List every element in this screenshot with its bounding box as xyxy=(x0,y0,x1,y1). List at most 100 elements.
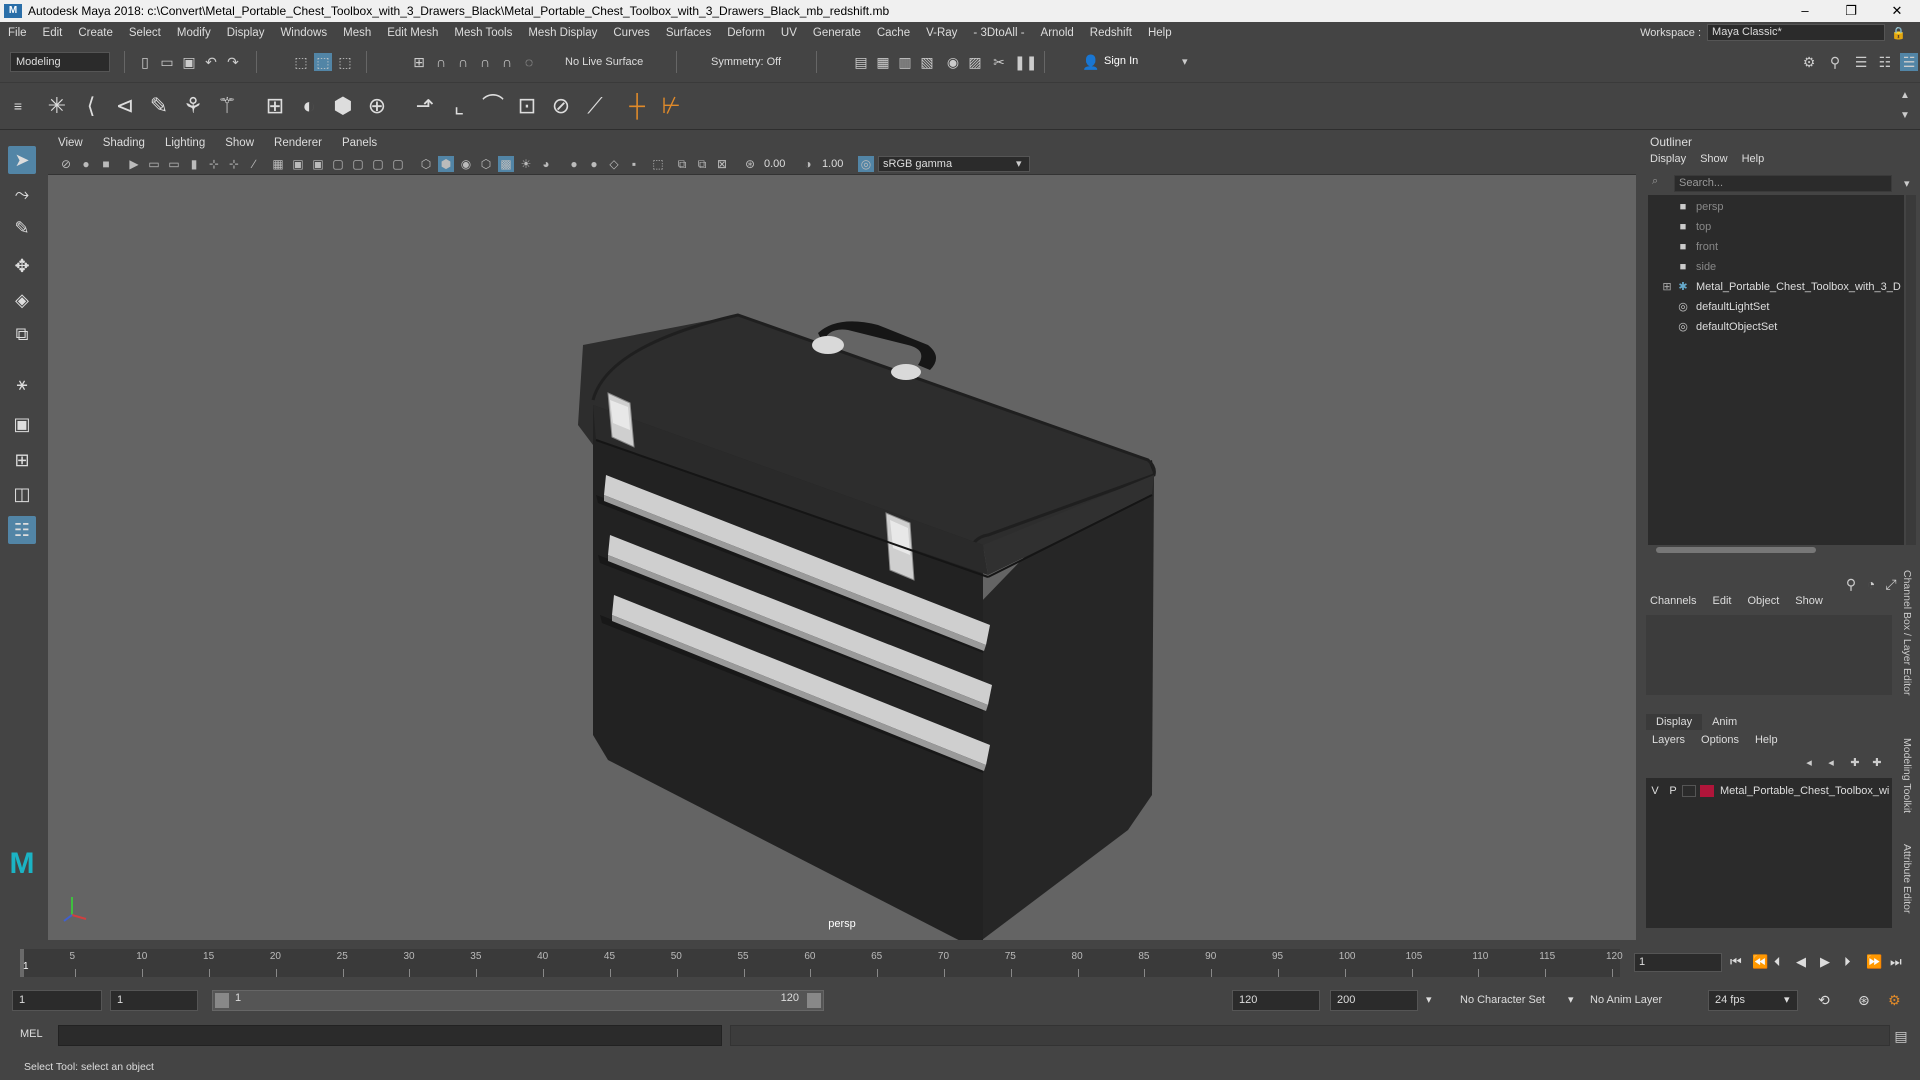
render-view-icon[interactable]: ▤ xyxy=(852,53,870,71)
layer-display-type[interactable] xyxy=(1682,785,1696,797)
bevel-icon[interactable]: ⌞ xyxy=(444,91,474,121)
open-scene-icon[interactable]: ▭ xyxy=(158,53,176,71)
go-to-start-icon[interactable]: ⏮ xyxy=(1730,954,1742,970)
extrude-icon[interactable]: ⬏ xyxy=(410,91,440,121)
anim-prefs-icon[interactable]: ⚙ xyxy=(1888,990,1901,1011)
attribute-editor-toggle-icon[interactable]: ⚲ xyxy=(1826,53,1844,71)
anim-layer-menu-icon[interactable]: ▾ xyxy=(1568,990,1574,1011)
scale-tool-icon[interactable]: ⧉ xyxy=(8,320,36,348)
move-tool-icon[interactable]: ✥ xyxy=(8,252,36,280)
live-surface-field[interactable]: No Live Surface xyxy=(560,53,664,73)
grid-toggle-icon[interactable]: ▦ xyxy=(270,156,286,172)
workspace-dropdown[interactable]: Maya Classic* xyxy=(1707,24,1886,41)
shelf-scroll-up-icon[interactable]: ▲ xyxy=(1896,87,1914,105)
current-frame-field[interactable]: 1 xyxy=(1634,953,1722,972)
chevron-down-icon[interactable]: ▾ xyxy=(1016,157,1022,170)
target-weld-icon[interactable]: ⟋ xyxy=(580,91,610,121)
redo-icon[interactable]: ↷ xyxy=(224,53,242,71)
menu-mesh-display[interactable]: Mesh Display xyxy=(520,27,605,39)
outliner-item-defaultobjectset[interactable]: ◎ defaultObjectSet xyxy=(1648,317,1904,337)
snap-pivot-icon[interactable]: ⊬ xyxy=(656,91,686,121)
isolate-select-icon[interactable]: ▩ xyxy=(498,156,514,172)
xray-active-icon[interactable]: ⧉ xyxy=(694,156,710,172)
lights-mode-icon[interactable]: ⬡ xyxy=(478,156,494,172)
wireframe-on-shaded-icon[interactable]: ⬡ xyxy=(418,156,434,172)
tab-attribute-editor[interactable]: Attribute Editor xyxy=(1901,844,1913,913)
maximize-button[interactable]: ❐ xyxy=(1828,0,1874,22)
outliner-menu-show[interactable]: Show xyxy=(1700,153,1728,165)
merge-icon[interactable]: ⊡ xyxy=(512,91,542,121)
animation-start-field[interactable]: 1 xyxy=(12,990,102,1011)
field-chart-icon[interactable]: ⊹ xyxy=(206,156,222,172)
snap-edge-icon[interactable]: ◌ xyxy=(520,53,538,71)
select-objects-icon[interactable]: ⬚ xyxy=(314,53,332,71)
range-start-handle[interactable] xyxy=(215,993,229,1008)
viewport-menu-lighting[interactable]: Lighting xyxy=(155,137,215,149)
ik-handle-icon[interactable]: ⚚ xyxy=(212,91,242,121)
range-bar[interactable]: 1 120 xyxy=(212,990,824,1011)
viewport-menu-show[interactable]: Show xyxy=(215,137,264,149)
camera-attributes-icon[interactable]: ⊘ xyxy=(58,156,74,172)
depth-of-field-icon[interactable]: ▪ xyxy=(626,156,642,172)
shelf-menu-icon[interactable]: ≡ xyxy=(6,91,30,121)
snap-grid-icon[interactable]: ⊞ xyxy=(410,53,428,71)
tab-anim[interactable]: Anim xyxy=(1702,714,1747,730)
xray-toggle-icon[interactable]: ▢ xyxy=(390,156,406,172)
chevron-down-icon[interactable]: ▾ xyxy=(1904,177,1910,190)
script-editor-icon[interactable]: ▤ xyxy=(1892,1027,1910,1045)
menu-curves[interactable]: Curves xyxy=(605,27,657,39)
user-icon[interactable]: 👤 xyxy=(1082,53,1100,71)
play-forward-icon[interactable]: ▶ xyxy=(1820,954,1830,970)
script-language-toggle[interactable]: MEL xyxy=(20,1028,43,1040)
channelbox-menu-show[interactable]: Show xyxy=(1795,595,1823,607)
viewport-menu-panels[interactable]: Panels xyxy=(332,137,387,149)
snap-surface-icon[interactable]: ∩ xyxy=(498,53,516,71)
layer-menu-layers[interactable]: Layers xyxy=(1652,734,1685,746)
anim-layer-field[interactable]: No Anim Layer xyxy=(1590,990,1662,1011)
channel-box-toggle-icon[interactable]: ☷ xyxy=(1876,53,1894,71)
outliner-search-input[interactable]: Search... xyxy=(1674,175,1892,192)
chevron-down-icon[interactable]: ▾ xyxy=(1182,55,1188,68)
new-scene-icon[interactable]: ▯ xyxy=(136,53,154,71)
image-plane-icon[interactable]: ▶ xyxy=(126,156,142,172)
lock-icon[interactable]: 🔒 xyxy=(1891,26,1906,40)
menu-surfaces[interactable]: Surfaces xyxy=(658,27,719,39)
sculpt-icon[interactable]: ◐ xyxy=(294,91,324,121)
auto-key-icon[interactable]: ⊛ xyxy=(1858,990,1870,1011)
lattice-icon[interactable]: ⊞ xyxy=(260,91,290,121)
safe-title-icon[interactable]: ∕ xyxy=(246,156,262,172)
antialiasing-icon[interactable]: ◇ xyxy=(606,156,622,172)
shadow-toggle-icon[interactable]: ▢ xyxy=(370,156,386,172)
outliner-item-front[interactable]: ■ front xyxy=(1648,237,1904,257)
channelbox-menu-object[interactable]: Object xyxy=(1747,595,1779,607)
menu-redshift[interactable]: Redshift xyxy=(1082,27,1140,39)
outliner-menu-display[interactable]: Display xyxy=(1650,153,1686,165)
channel-box-key-icon[interactable]: ⚲ xyxy=(1842,575,1860,593)
select-hierarchy-icon[interactable]: ⬚ xyxy=(292,53,310,71)
outliner-item-defaultlightset[interactable]: ◎ defaultLightSet xyxy=(1648,297,1904,317)
outliner-vertical-scrollbar[interactable] xyxy=(1906,195,1916,545)
step-back-frame-icon[interactable]: ⏴ xyxy=(1774,954,1781,970)
lasso-tool-icon[interactable]: ⤳ xyxy=(8,180,36,208)
outliner-item-persp[interactable]: ■ persp xyxy=(1648,197,1904,217)
resolution-gate-icon[interactable]: ▭ xyxy=(166,156,182,172)
pause-viewport-icon[interactable]: ❚❚ xyxy=(1014,53,1037,71)
layer-name[interactable]: Metal_Portable_Chest_Toolbox_wi xyxy=(1720,785,1889,797)
ipr-render-icon[interactable]: ▥ xyxy=(896,53,914,71)
textured-mode-icon[interactable]: ◉ xyxy=(458,156,474,172)
select-tool-icon[interactable]: ➤ xyxy=(8,146,36,174)
menu-deform[interactable]: Deform xyxy=(719,27,773,39)
step-forward-key-icon[interactable]: ⏩ xyxy=(1866,954,1882,970)
viewport-menu-renderer[interactable]: Renderer xyxy=(264,137,332,149)
menu-mesh[interactable]: Mesh xyxy=(335,27,379,39)
render-setup-icon[interactable]: ▨ xyxy=(966,53,984,71)
menu-arnold[interactable]: Arnold xyxy=(1033,27,1082,39)
xray-joints-icon[interactable]: ⧉ xyxy=(674,156,690,172)
play-backward-icon[interactable]: ◀ xyxy=(1796,954,1806,970)
playback-start-field[interactable]: 1 xyxy=(110,990,198,1011)
gate-mask-icon[interactable]: ▮ xyxy=(186,156,202,172)
layer-playback-toggle[interactable]: P xyxy=(1664,785,1682,797)
viewport-menu-shading[interactable]: Shading xyxy=(93,137,155,149)
gamma-field[interactable]: 1.00 xyxy=(822,156,858,172)
ambient-occlusion-icon[interactable]: ● xyxy=(566,156,582,172)
